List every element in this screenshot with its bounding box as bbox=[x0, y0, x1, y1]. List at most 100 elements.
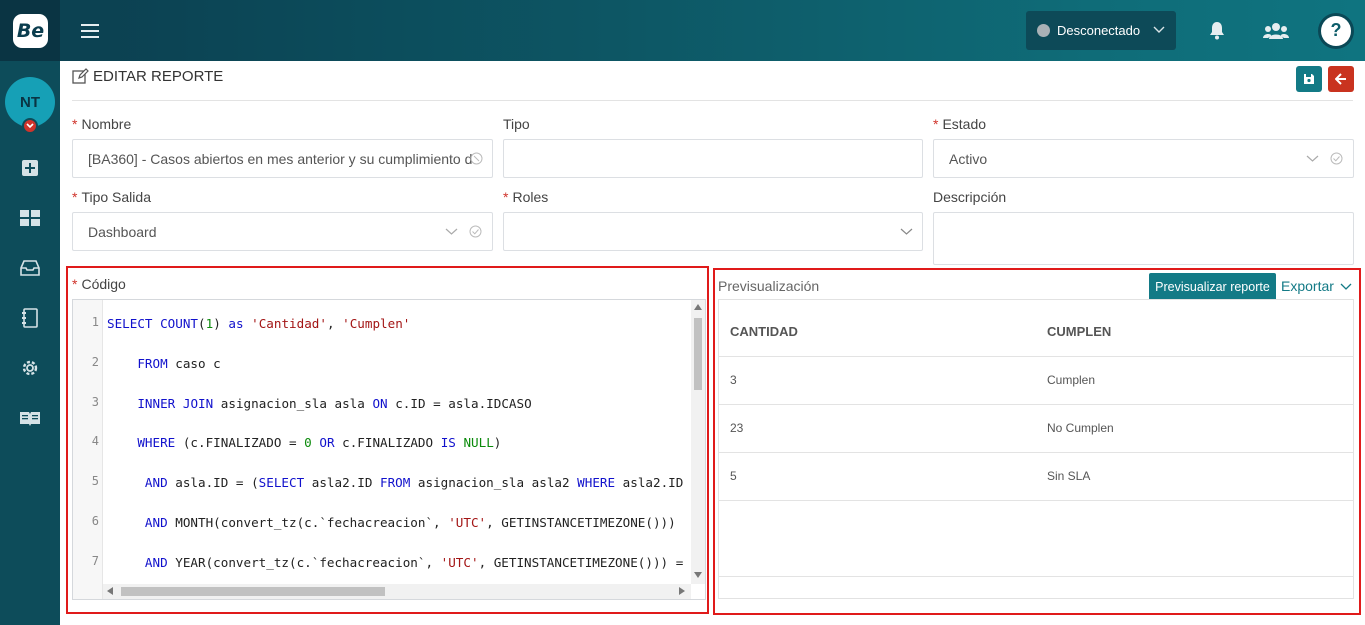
sidebar-item-create[interactable] bbox=[0, 153, 60, 183]
roles-label: * Roles bbox=[503, 189, 549, 205]
floppy-disk-icon bbox=[1304, 74, 1314, 84]
horizontal-scroll-thumb[interactable] bbox=[121, 587, 385, 596]
help-icon: ? bbox=[1321, 15, 1351, 46]
save-button[interactable] bbox=[1296, 66, 1322, 92]
descripcion-label: Descripción bbox=[933, 189, 1007, 205]
connection-status-label: Desconectado bbox=[1057, 23, 1141, 38]
plus-square-icon bbox=[22, 160, 38, 176]
horizontal-scrollbar[interactable] bbox=[103, 584, 691, 599]
logo-area: Be bbox=[0, 0, 60, 61]
preview-title: Previsualización bbox=[718, 278, 820, 294]
dashboard-icon bbox=[20, 210, 40, 226]
check-circle-icon bbox=[1330, 152, 1343, 165]
nombre-label: * Nombre bbox=[72, 116, 132, 132]
code-line-2: FROM caso c bbox=[137, 356, 221, 371]
code-editor[interactable]: 1 SELECT COUNT(1) as 'Cantidad', 'Cumple… bbox=[72, 299, 706, 600]
code-line-5: AND asla.ID = (SELECT asla2.ID FROM asig… bbox=[144, 475, 684, 490]
preview-report-button[interactable]: Previsualizar reporte bbox=[1149, 273, 1276, 301]
menu-toggle-button[interactable] bbox=[60, 0, 120, 61]
table-footer-divider bbox=[719, 576, 1353, 577]
arrow-left-icon bbox=[1335, 73, 1346, 85]
descripcion-textarea[interactable] bbox=[933, 212, 1354, 265]
scroll-right-arrow-icon[interactable] bbox=[679, 587, 685, 595]
roles-select[interactable] bbox=[503, 212, 923, 251]
notifications-button[interactable] bbox=[1188, 0, 1246, 61]
scroll-up-arrow-icon[interactable] bbox=[694, 304, 702, 310]
row-divider bbox=[719, 500, 1353, 501]
inbox-icon bbox=[20, 260, 40, 276]
estado-label: * Estado bbox=[933, 116, 987, 132]
chevron-down-icon bbox=[1153, 26, 1165, 33]
table-cell: No Cumplen bbox=[1047, 421, 1114, 435]
chevron-down-icon bbox=[1306, 155, 1319, 162]
users-button[interactable] bbox=[1247, 0, 1305, 61]
line-number: 3 bbox=[91, 395, 99, 409]
code-line-6: AND MONTH(convert_tz(c.`fechacreacion`, … bbox=[144, 515, 676, 530]
connection-status-dropdown[interactable]: Desconectado bbox=[1026, 11, 1176, 50]
gear-icon bbox=[22, 360, 38, 376]
line-number: 4 bbox=[91, 434, 99, 448]
code-line-4: WHERE (c.FINALIZADO = 0 OR c.FINALIZADO … bbox=[137, 435, 502, 450]
nombre-input[interactable]: [BA360] - Casos abiertos en mes anterior… bbox=[72, 139, 493, 178]
status-dot-icon bbox=[1037, 24, 1050, 37]
help-button[interactable]: ? bbox=[1307, 0, 1365, 61]
page-header: EDITAR REPORTE bbox=[72, 68, 223, 85]
tipo-salida-label: * Tipo Salida bbox=[72, 189, 151, 205]
chevron-down-icon bbox=[1340, 283, 1352, 290]
table-cell: 5 bbox=[730, 469, 737, 483]
table-cell: 3 bbox=[730, 373, 737, 387]
main-content: EDITAR REPORTE * Nombre [BA360] - Casos a… bbox=[60, 61, 1365, 625]
line-number: 6 bbox=[91, 514, 99, 528]
line-number: 2 bbox=[91, 355, 99, 369]
codigo-label: * Código bbox=[72, 276, 126, 292]
line-number: 1 bbox=[91, 315, 99, 329]
row-divider bbox=[719, 404, 1353, 405]
vertical-scroll-thumb[interactable] bbox=[694, 318, 702, 390]
sidebar-item-notebook[interactable] bbox=[0, 303, 60, 333]
row-divider bbox=[719, 356, 1353, 357]
column-header[interactable]: CANTIDAD bbox=[730, 324, 798, 339]
page-title: EDITAR REPORTE bbox=[93, 68, 224, 85]
back-button[interactable] bbox=[1328, 66, 1354, 92]
tipo-input[interactable] bbox=[503, 139, 923, 178]
column-header[interactable]: CUMPLEN bbox=[1047, 324, 1111, 339]
export-dropdown[interactable]: Exportar bbox=[1281, 278, 1352, 294]
export-label: Exportar bbox=[1281, 278, 1334, 294]
code-line-1: SELECT COUNT(1) as 'Cantidad', 'Cumplen' bbox=[107, 316, 411, 331]
bell-icon bbox=[1210, 21, 1224, 39]
clear-circle-icon[interactable] bbox=[470, 152, 483, 165]
sidebar-item-dashboard[interactable] bbox=[0, 203, 60, 233]
sidebar-item-docs[interactable] bbox=[0, 403, 60, 433]
tipo-label: Tipo bbox=[503, 116, 530, 132]
edit-icon bbox=[72, 68, 89, 84]
users-icon bbox=[1263, 22, 1289, 39]
vertical-scrollbar[interactable] bbox=[691, 300, 705, 584]
table-cell: 23 bbox=[730, 421, 744, 435]
notebook-icon bbox=[22, 308, 38, 328]
chevron-down-icon bbox=[26, 123, 34, 129]
line-number: 5 bbox=[91, 474, 99, 488]
book-icon bbox=[20, 412, 40, 426]
tipo-salida-select[interactable]: Dashboard bbox=[72, 212, 493, 251]
estado-value: Activo bbox=[949, 150, 988, 167]
check-circle-icon bbox=[469, 225, 482, 238]
sidebar: NT bbox=[0, 61, 60, 625]
chevron-down-icon bbox=[445, 228, 458, 235]
table-cell: Sin SLA bbox=[1047, 469, 1091, 483]
code-line-3: INNER JOIN asignacion_sla asla ON c.ID =… bbox=[137, 396, 532, 411]
avatar-dropdown-badge[interactable] bbox=[22, 118, 38, 134]
tipo-salida-value: Dashboard bbox=[88, 223, 157, 240]
scroll-down-arrow-icon[interactable] bbox=[694, 572, 702, 578]
sidebar-item-settings[interactable] bbox=[0, 353, 60, 383]
row-divider bbox=[719, 452, 1353, 453]
scroll-left-arrow-icon[interactable] bbox=[107, 587, 113, 595]
nombre-value: [BA360] - Casos abiertos en mes anterior… bbox=[88, 150, 473, 167]
estado-select[interactable]: Activo bbox=[933, 139, 1354, 178]
code-line-7: AND YEAR(convert_tz(c.`fechacreacion`, '… bbox=[144, 555, 684, 570]
line-number: 7 bbox=[91, 554, 99, 568]
hamburger-icon bbox=[81, 23, 99, 38]
preview-table: CANTIDAD CUMPLEN 3 Cumplen 23 No Cumplen… bbox=[718, 299, 1354, 599]
header-divider bbox=[72, 100, 1353, 101]
app-logo[interactable]: Be bbox=[13, 14, 48, 48]
sidebar-item-inbox[interactable] bbox=[0, 253, 60, 283]
